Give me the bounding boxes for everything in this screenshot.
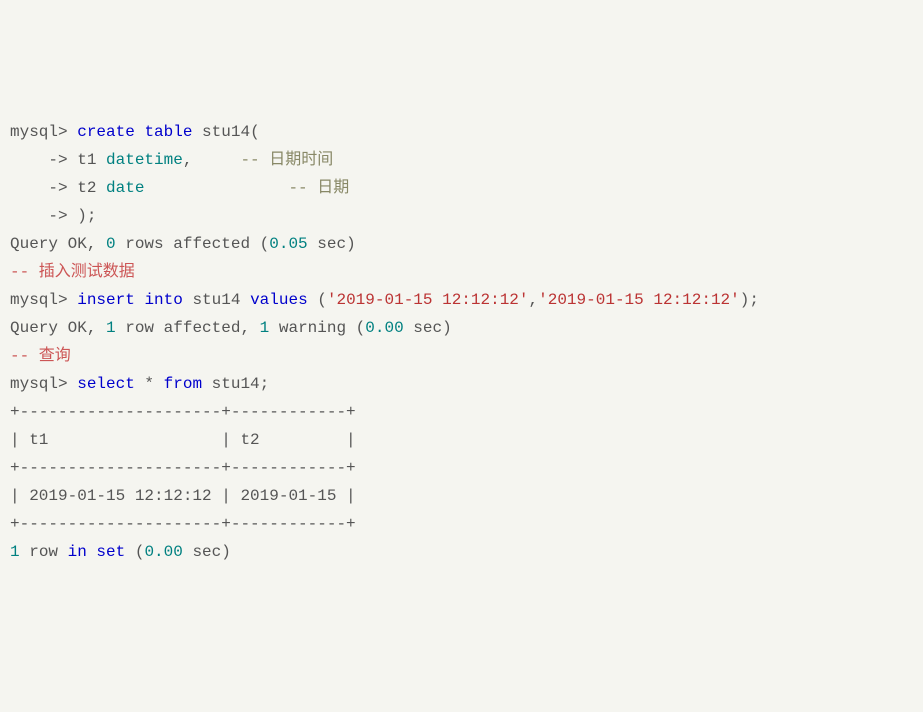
sql-line-create: mysql> create table stu14(: [10, 118, 913, 146]
keyword-in-set: in set: [68, 543, 126, 561]
paren-close: );: [740, 291, 759, 309]
comment-query: -- 查询: [10, 347, 71, 365]
keyword-values: values: [250, 291, 308, 309]
result-text: (: [125, 543, 144, 561]
comment-line-insert: -- 插入测试数据: [10, 258, 913, 286]
rows-count: 0: [106, 235, 116, 253]
table-name: stu14;: [202, 375, 269, 393]
result-text: sec): [183, 543, 231, 561]
result-text: row: [20, 543, 68, 561]
duration: 0.00: [365, 319, 403, 337]
comment-line-query: -- 查询: [10, 342, 913, 370]
mysql-prompt: mysql>: [10, 291, 77, 309]
result-text: rows affected (: [116, 235, 270, 253]
table-name: stu14: [183, 291, 250, 309]
keyword-create: create: [77, 123, 135, 141]
type-datetime: datetime: [106, 151, 183, 169]
sql-line-insert: mysql> insert into stu14 values ('2019-0…: [10, 286, 913, 314]
result-text: Query OK,: [10, 235, 106, 253]
result-text: warning (: [269, 319, 365, 337]
keyword-from: from: [164, 375, 202, 393]
comment-date: -- 日期: [288, 179, 349, 197]
comma: ,: [183, 151, 241, 169]
table-border-top: +---------------------+------------+: [10, 398, 913, 426]
comment-datetime: -- 日期时间: [240, 151, 333, 169]
string-value-2: '2019-01-15 12:12:12': [538, 291, 740, 309]
string-value-1: '2019-01-15 12:12:12': [327, 291, 529, 309]
paren-open: (: [308, 291, 327, 309]
result-text: row affected,: [116, 319, 260, 337]
duration: 0.00: [144, 543, 182, 561]
keyword-insert: insert: [77, 291, 135, 309]
result-text: sec): [404, 319, 452, 337]
table-data-row: | 2019-01-15 12:12:12 | 2019-01-15 |: [10, 482, 913, 510]
result-text: Query OK,: [10, 319, 106, 337]
comma: ,: [529, 291, 539, 309]
table-border-bottom: +---------------------+------------+: [10, 510, 913, 538]
keyword-table: table: [144, 123, 192, 141]
spacing: [144, 179, 288, 197]
star: *: [135, 375, 164, 393]
table-border-mid: +---------------------+------------+: [10, 454, 913, 482]
sql-line-select: mysql> select * from stu14;: [10, 370, 913, 398]
result-line-insert: Query OK, 1 row affected, 1 warning (0.0…: [10, 314, 913, 342]
continuation-prompt: -> t2: [10, 179, 106, 197]
sql-line-close: -> );: [10, 202, 913, 230]
comment-insert-data: -- 插入测试数据: [10, 263, 135, 281]
sql-line-col1: -> t1 datetime, -- 日期时间: [10, 146, 913, 174]
keyword-select: select: [77, 375, 135, 393]
mysql-prompt: mysql>: [10, 375, 77, 393]
result-line-create: Query OK, 0 rows affected (0.05 sec): [10, 230, 913, 258]
duration: 0.05: [269, 235, 307, 253]
result-line-select: 1 row in set (0.00 sec): [10, 538, 913, 566]
terminal-output: mysql> create table stu14( -> t1 datetim…: [10, 118, 913, 566]
row-count: 1: [10, 543, 20, 561]
row-count: 1: [106, 319, 116, 337]
sql-line-col2: -> t2 date -- 日期: [10, 174, 913, 202]
warning-count: 1: [260, 319, 270, 337]
continuation-prompt: -> t1: [10, 151, 106, 169]
keyword-into: into: [144, 291, 182, 309]
table-header-row: | t1 | t2 |: [10, 426, 913, 454]
result-text: sec): [308, 235, 356, 253]
continuation-close: -> );: [10, 207, 96, 225]
table-name: stu14(: [192, 123, 259, 141]
mysql-prompt: mysql>: [10, 123, 77, 141]
type-date: date: [106, 179, 144, 197]
